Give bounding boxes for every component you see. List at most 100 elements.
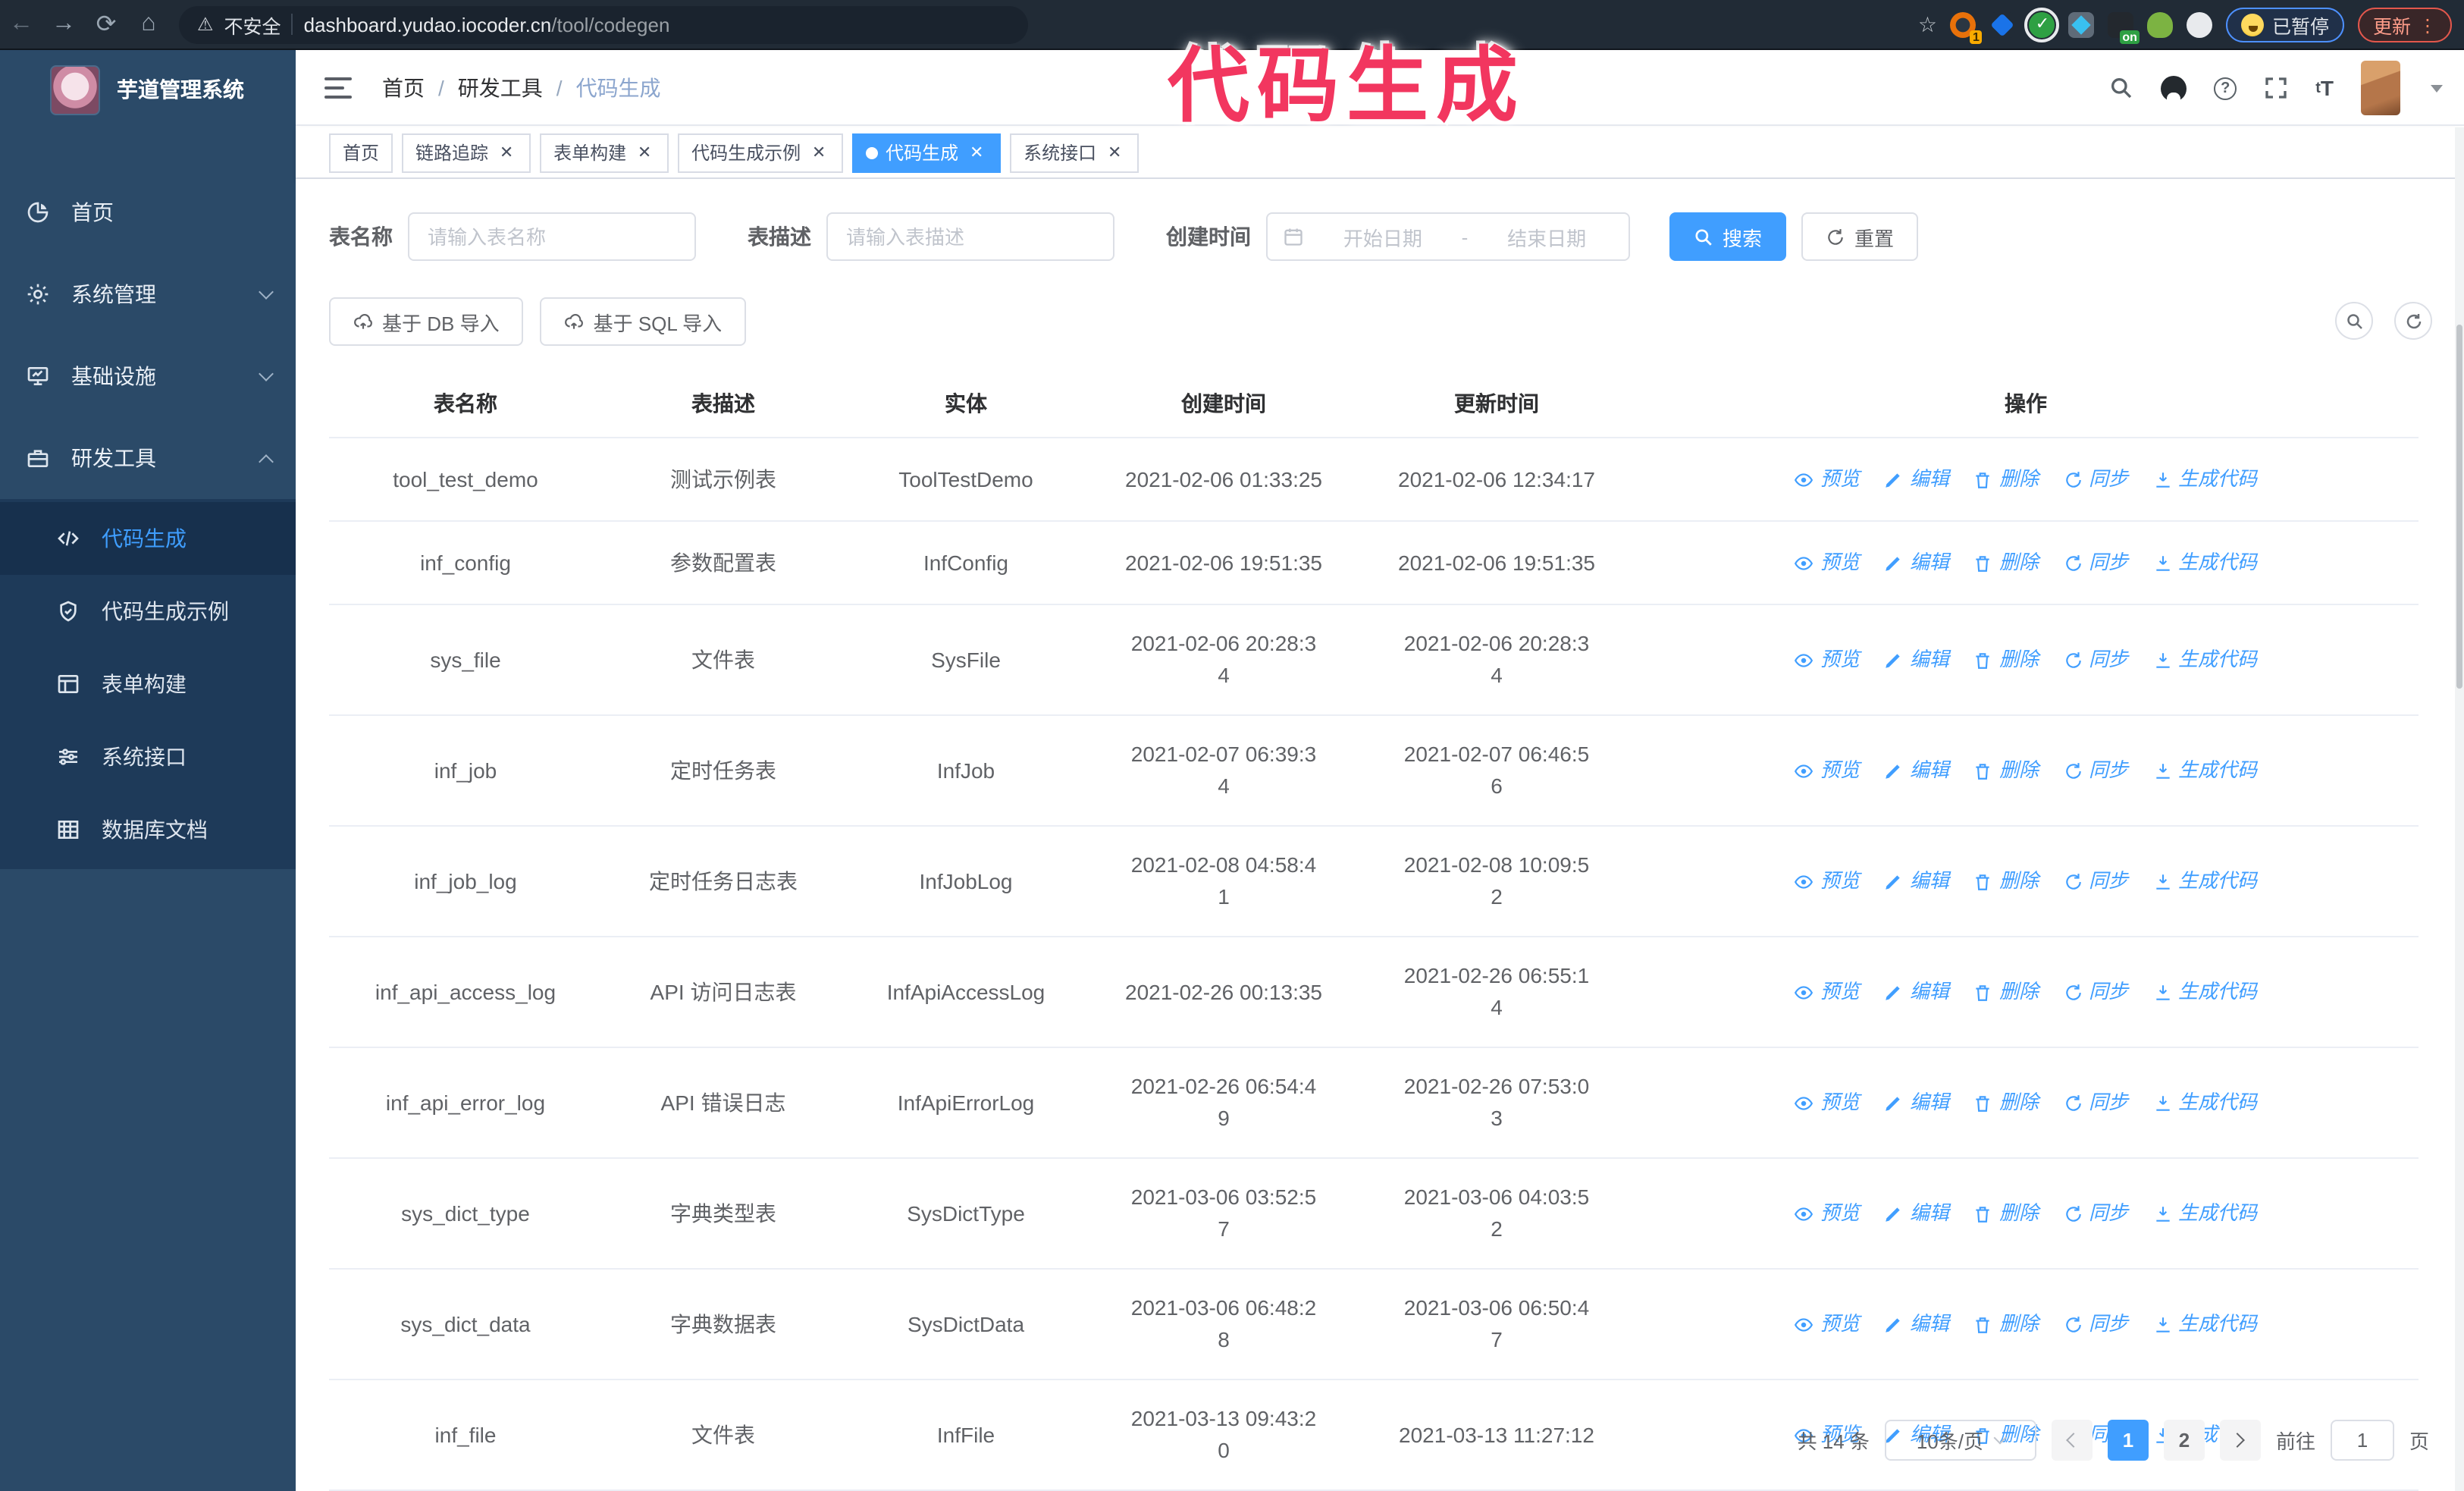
edit-link[interactable]: 编辑 [1884,752,1949,789]
sidebar-item-infra[interactable]: 基础设施 [0,335,296,417]
edit-link[interactable]: 编辑 [1884,642,1949,678]
extension-icon[interactable] [2147,12,2174,38]
reload-icon[interactable]: ⟳ [85,9,127,39]
page-size-select[interactable]: 10条/页 [1884,1420,2036,1461]
home-icon[interactable]: ⌂ [127,11,170,38]
import-sql-button[interactable]: 基于 SQL 导入 [540,297,747,346]
generate-code-link[interactable]: 生成代码 [2152,1085,2257,1121]
collapse-menu-icon[interactable] [324,77,352,98]
edit-link[interactable]: 编辑 [1884,461,1949,498]
security-warning[interactable]: 不安全 [224,10,281,39]
preview-link[interactable]: 预览 [1795,863,1860,899]
browser-update-button[interactable]: 更新 ⋮ [2357,8,2452,42]
generate-code-link[interactable]: 生成代码 [2152,545,2257,581]
preview-link[interactable]: 预览 [1795,752,1860,789]
sync-link[interactable]: 同步 [2063,1195,2128,1232]
generate-code-link[interactable]: 生成代码 [2152,1306,2257,1342]
edit-link[interactable]: 编辑 [1884,974,1949,1010]
breadcrumb-home[interactable]: 首页 [382,72,425,102]
back-icon[interactable]: ← [0,11,42,38]
close-icon[interactable]: ✕ [966,142,987,163]
sidebar-item-db-doc[interactable]: 数据库文档 [0,793,296,866]
sync-link[interactable]: 同步 [2063,974,2128,1010]
table-desc-input[interactable] [826,212,1114,261]
table-name-input[interactable] [408,212,696,261]
generate-code-link[interactable]: 生成代码 [2152,461,2257,498]
sync-link[interactable]: 同步 [2063,1306,2128,1342]
delete-link[interactable]: 删除 [1973,1195,2039,1232]
tag-home[interactable]: 首页 [329,133,393,172]
generate-code-link[interactable]: 生成代码 [2152,642,2257,678]
sync-link[interactable]: 同步 [2063,863,2128,899]
import-db-button[interactable]: 基于 DB 导入 [329,297,524,346]
app-logo[interactable]: 芋道管理系统 [0,50,296,129]
next-page-button[interactable] [2219,1420,2261,1461]
generate-code-link[interactable]: 生成代码 [2152,752,2257,789]
tag-codegen-example[interactable]: 代码生成示例 ✕ [678,133,844,172]
puzzle-extension-icon[interactable] [2187,12,2213,38]
sidebar-item-devtools[interactable]: 研发工具 [0,417,296,499]
delete-link[interactable]: 删除 [1973,642,2039,678]
github-icon[interactable] [2161,75,2187,101]
preview-link[interactable]: 预览 [1795,642,1860,678]
tag-form-builder[interactable]: 表单构建 ✕ [540,133,669,172]
generate-code-link[interactable]: 生成代码 [2152,974,2257,1010]
sidebar-item-system-api[interactable]: 系统接口 [0,720,296,793]
tag-tracing[interactable]: 链路追踪 ✕ [402,133,531,172]
profile-paused-button[interactable]: 已暂停 [2226,8,2344,42]
menu-dots-icon[interactable]: ⋮ [2419,14,2437,36]
end-date-placeholder[interactable]: 结束日期 [1480,222,1613,251]
extension-icon[interactable]: 1 [1950,12,1983,44]
preview-link[interactable]: 预览 [1795,545,1860,581]
tag-system-api[interactable]: 系统接口 ✕ [1010,133,1140,172]
generate-code-link[interactable]: 生成代码 [2152,863,2257,899]
sync-link[interactable]: 同步 [2063,642,2128,678]
extension-icon[interactable]: ✓ [2024,8,2060,42]
goto-page-input[interactable] [2330,1420,2394,1461]
prev-page-button[interactable] [2051,1420,2093,1461]
preview-link[interactable]: 预览 [1795,974,1860,1010]
start-date-placeholder[interactable]: 开始日期 [1316,222,1450,251]
search-button[interactable]: 搜索 [1669,212,1787,261]
sync-link[interactable]: 同步 [2063,1085,2128,1121]
font-size-icon[interactable]: tT [2315,76,2334,100]
sync-link[interactable]: 同步 [2063,545,2128,581]
close-icon[interactable]: ✕ [496,142,517,163]
sidebar-item-form-builder[interactable]: 表单构建 [0,648,296,720]
delete-link[interactable]: 删除 [1973,1306,2039,1342]
sidebar-item-codegen[interactable]: 代码生成 [0,502,296,575]
delete-link[interactable]: 删除 [1973,545,2039,581]
preview-link[interactable]: 预览 [1795,1195,1860,1232]
page-button-2[interactable]: 2 [2163,1420,2205,1461]
sidebar-item-home[interactable]: 首页 [0,171,296,253]
delete-link[interactable]: 删除 [1973,863,2039,899]
tag-codegen[interactable]: 代码生成 ✕ [852,133,1002,172]
reset-button[interactable]: 重置 [1801,212,1919,261]
scrollbar-thumb[interactable] [2456,325,2462,689]
page-url[interactable]: dashboard.yudao.iocoder.cn/tool/codegen [304,13,670,36]
toggle-search-button[interactable] [2335,302,2373,340]
sync-link[interactable]: 同步 [2063,461,2128,498]
edit-link[interactable]: 编辑 [1884,863,1949,899]
close-icon[interactable]: ✕ [1104,142,1125,163]
caret-down-icon[interactable] [2431,84,2443,92]
search-icon[interactable] [2109,76,2133,100]
sync-link[interactable]: 同步 [2063,752,2128,789]
extension-icon[interactable] [1989,12,2016,38]
refresh-table-button[interactable] [2394,302,2432,340]
close-icon[interactable]: ✕ [808,142,829,163]
edit-link[interactable]: 编辑 [1884,1195,1949,1232]
delete-link[interactable]: 删除 [1973,461,2039,498]
preview-link[interactable]: 预览 [1795,1306,1860,1342]
edit-link[interactable]: 编辑 [1884,1085,1949,1121]
generate-code-link[interactable]: 生成代码 [2152,1195,2257,1232]
help-icon[interactable]: ? [2214,77,2237,99]
fullscreen-icon[interactable] [2264,76,2288,100]
edit-link[interactable]: 编辑 [1884,1306,1949,1342]
delete-link[interactable]: 删除 [1973,974,2039,1010]
sidebar-item-system[interactable]: 系统管理 [0,253,296,335]
preview-link[interactable]: 预览 [1795,461,1860,498]
forward-icon[interactable]: → [42,11,85,38]
close-icon[interactable]: ✕ [634,142,655,163]
preview-link[interactable]: 预览 [1795,1085,1860,1121]
